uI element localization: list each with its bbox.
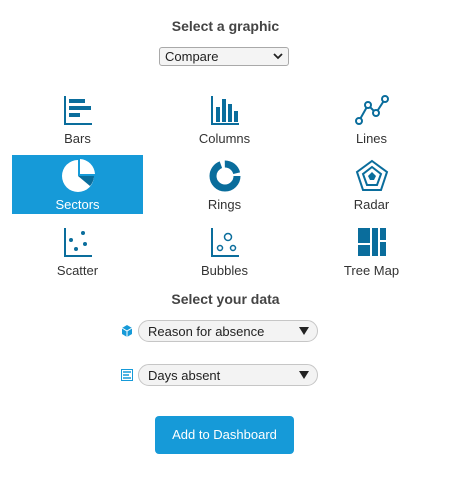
chart-type-bars[interactable]: Bars — [12, 89, 143, 148]
columns-chart-icon — [210, 96, 239, 125]
chart-type-label: Tree Map — [343, 263, 400, 278]
measure-select[interactable]: Days absent — [138, 364, 318, 386]
chart-type-sectors[interactable]: Sectors — [12, 155, 143, 214]
dropdown-arrow-icon — [299, 327, 309, 335]
graphic-type-select-value: Compare — [165, 49, 219, 64]
chart-type-label: Radar — [353, 197, 390, 212]
chart-type-bubbles[interactable]: Bubbles — [159, 221, 290, 280]
bubbles-chart-icon — [210, 228, 239, 257]
measure-icon — [121, 369, 133, 381]
rings-chart-icon — [209, 160, 240, 192]
treemap-chart-icon — [357, 228, 386, 256]
dimension-select-value: Reason for absence — [148, 324, 265, 339]
chevron-down-icon — [273, 53, 283, 60]
select-graphic-heading: Select a graphic — [171, 18, 280, 34]
chart-type-treemap[interactable]: Tree Map — [306, 221, 437, 280]
chart-type-label: Columns — [198, 131, 251, 146]
chart-type-rings[interactable]: Rings — [159, 155, 290, 214]
chart-type-radar[interactable]: Radar — [306, 155, 437, 214]
measure-select-value: Days absent — [148, 368, 221, 383]
chart-type-label: Bars — [64, 131, 91, 146]
dropdown-arrow-icon — [299, 371, 309, 379]
graphic-type-select[interactable]: Compare — [159, 47, 289, 66]
add-to-dashboard-button[interactable]: Add to Dashboard — [155, 416, 294, 454]
dimension-select[interactable]: Reason for absence — [138, 320, 318, 342]
chart-type-lines[interactable]: Lines — [306, 89, 437, 148]
chart-type-label: Scatter — [56, 263, 99, 278]
scatter-chart-icon — [63, 228, 92, 257]
bars-chart-icon — [63, 96, 92, 125]
cube-icon — [121, 325, 133, 337]
chart-type-label: Bubbles — [201, 263, 248, 278]
sectors-chart-icon — [61, 159, 95, 192]
chart-type-scatter[interactable]: Scatter — [12, 221, 143, 280]
chart-type-label: Rings — [207, 197, 242, 212]
lines-chart-icon — [354, 95, 389, 125]
chart-type-label: Sectors — [55, 197, 100, 212]
chart-type-columns[interactable]: Columns — [159, 89, 290, 148]
chart-type-label: Lines — [355, 131, 388, 146]
radar-chart-icon — [355, 159, 388, 191]
select-data-heading: Select your data — [171, 291, 280, 307]
